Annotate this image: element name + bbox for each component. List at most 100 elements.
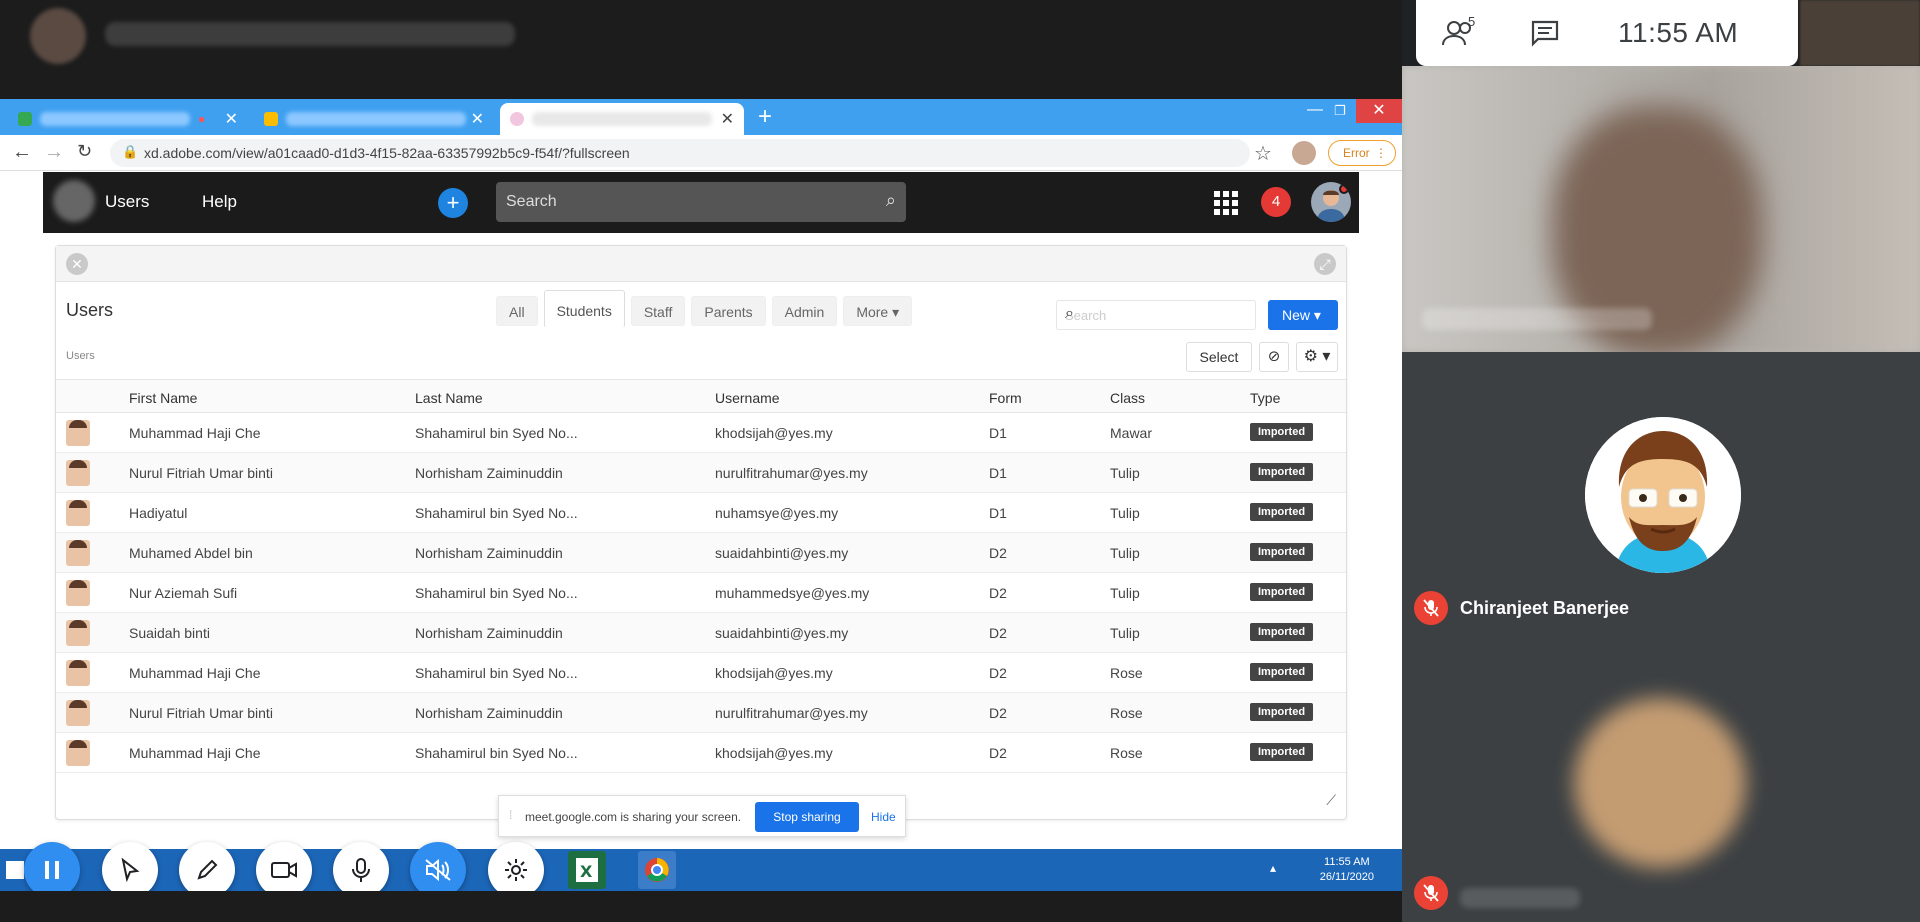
- table-row[interactable]: Muhammad Haji Che Shahamirul bin Syed No.…: [56, 733, 1346, 773]
- tray-chevron-icon[interactable]: ▴: [1270, 861, 1276, 875]
- pen-tool-button[interactable]: [179, 842, 235, 898]
- select-button[interactable]: Select: [1186, 342, 1252, 372]
- add-plus-button[interactable]: +: [438, 188, 468, 218]
- tab-more[interactable]: More ▾: [843, 296, 913, 326]
- panel-close-icon[interactable]: ✕: [66, 253, 88, 275]
- screen-share-bar: ⁞ meet.google.com is sharing your screen…: [498, 795, 906, 837]
- chat-icon: [1531, 20, 1559, 47]
- table-row[interactable]: Nur Aziemah Sufi Shahamirul bin Syed No..…: [56, 573, 1346, 613]
- tab-title-blurred: [532, 112, 712, 126]
- tab-admin[interactable]: Admin: [771, 296, 838, 326]
- more-icon: ⋮: [1375, 146, 1387, 160]
- tab-close-icon[interactable]: ✕: [225, 109, 238, 129]
- app-search-input[interactable]: Search ⌕: [496, 182, 906, 222]
- profile-avatar[interactable]: [1292, 141, 1316, 165]
- apps-grid-icon[interactable]: [1214, 191, 1238, 215]
- participant-video-blurred: [1574, 698, 1746, 868]
- pause-button[interactable]: [24, 842, 80, 898]
- stop-sharing-button[interactable]: Stop sharing: [755, 802, 859, 832]
- excel-taskbar-icon[interactable]: X: [568, 851, 606, 889]
- cell-last-name: Shahamirul bin Syed No...: [415, 505, 578, 521]
- user-avatar[interactable]: [1311, 182, 1351, 222]
- settings-dropdown-button[interactable]: ⚙ ▾: [1296, 342, 1338, 372]
- reload-icon[interactable]: ↻: [77, 141, 92, 162]
- cell-class: Tulip: [1110, 585, 1140, 601]
- col-type[interactable]: Type: [1250, 390, 1280, 406]
- speaker-mute-button[interactable]: [410, 842, 466, 898]
- table-row[interactable]: Nurul Fitriah Umar binti Norhisham Zaimin…: [56, 693, 1346, 733]
- pointer-tool-button[interactable]: [102, 842, 158, 898]
- app-header: Users Help + Search ⌕ 4: [43, 172, 1359, 233]
- table-row[interactable]: Muhammad Haji Che Shahamirul bin Syed No.…: [56, 413, 1346, 453]
- back-icon[interactable]: ←: [12, 141, 32, 164]
- presenter-name-blurred: [105, 22, 515, 46]
- new-tab-icon[interactable]: +: [758, 104, 772, 130]
- people-button[interactable]: 5: [1416, 0, 1502, 66]
- window-close-icon[interactable]: ✕: [1356, 99, 1402, 123]
- student-photo: [66, 500, 90, 526]
- clear-filter-button[interactable]: ⊘: [1259, 342, 1289, 372]
- restore-icon[interactable]: ❐: [1334, 103, 1346, 119]
- presenter-bar: [0, 0, 1402, 99]
- cell-class: Rose: [1110, 745, 1143, 761]
- microphone-icon: [352, 858, 370, 882]
- new-user-button[interactable]: New ▾: [1268, 300, 1338, 330]
- mic-off-icon: [1423, 884, 1439, 902]
- tab-close-icon[interactable]: ✕: [471, 109, 484, 129]
- drag-grip-icon[interactable]: ⁞: [509, 808, 512, 822]
- chat-button[interactable]: [1502, 0, 1588, 66]
- notification-badge[interactable]: 4: [1261, 187, 1291, 217]
- tab-students[interactable]: Students: [543, 290, 625, 328]
- url-field[interactable]: 🔒 xd.adobe.com/view/a01caad0-d1d3-4f15-8…: [110, 139, 1250, 167]
- student-photo: [66, 700, 90, 726]
- col-form[interactable]: Form: [989, 390, 1022, 406]
- camera-button[interactable]: [256, 842, 312, 898]
- chrome-taskbar-icon[interactable]: [638, 851, 676, 889]
- nav-users[interactable]: Users: [105, 192, 149, 212]
- tab-all[interactable]: All: [496, 296, 538, 326]
- panel-expand-icon[interactable]: ⤢: [1314, 253, 1336, 275]
- col-first-name[interactable]: First Name: [129, 390, 197, 406]
- browser-tab-2[interactable]: ✕: [254, 103, 494, 135]
- error-badge[interactable]: Error ⋮: [1328, 140, 1396, 166]
- participant-tile-video-2[interactable]: [1402, 676, 1920, 922]
- type-badge: Imported: [1250, 503, 1314, 521]
- tab-parents[interactable]: Parents: [691, 296, 766, 326]
- table-row[interactable]: Nurul Fitriah Umar binti Norhisham Zaimin…: [56, 453, 1346, 493]
- table-row[interactable]: Muhammad Haji Che Shahamirul bin Syed No.…: [56, 653, 1346, 693]
- type-badge: Imported: [1250, 743, 1314, 761]
- avatar-status-dot: [1339, 184, 1349, 194]
- col-class[interactable]: Class: [1110, 390, 1145, 406]
- app-logo: [53, 180, 95, 222]
- type-badge: Imported: [1250, 543, 1314, 561]
- forward-icon[interactable]: →: [44, 141, 64, 164]
- participant-tile-video[interactable]: [1402, 66, 1920, 352]
- cell-username: suaidahbinti@yes.my: [715, 545, 849, 561]
- participant-avatar: [1585, 417, 1741, 573]
- video-camera-icon: [271, 862, 297, 878]
- minimize-icon[interactable]: —: [1307, 101, 1323, 119]
- users-search-input[interactable]: Search ⌕: [1056, 300, 1256, 330]
- col-last-name[interactable]: Last Name: [415, 390, 483, 406]
- table-row[interactable]: Muhamed Abdel bin Norhisham Zaiminuddin su…: [56, 533, 1346, 573]
- tab-staff[interactable]: Staff: [630, 296, 686, 326]
- nav-help[interactable]: Help: [202, 192, 237, 212]
- table-row[interactable]: Suaidah binti Norhisham Zaiminuddin suaida…: [56, 613, 1346, 653]
- cell-last-name: Shahamirul bin Syed No...: [415, 425, 578, 441]
- cell-last-name: Shahamirul bin Syed No...: [415, 665, 578, 681]
- breadcrumb[interactable]: Users: [66, 350, 95, 362]
- resize-handle-icon[interactable]: ⟋: [1326, 792, 1336, 809]
- browser-tab-active[interactable]: ✕: [500, 103, 744, 135]
- taskbar-clock[interactable]: 11:55 AM 26/11/2020: [1320, 855, 1374, 885]
- browser-tab-1[interactable]: ● ✕: [8, 103, 248, 135]
- col-username[interactable]: Username: [715, 390, 780, 406]
- settings-button[interactable]: [488, 842, 544, 898]
- participants-count: 5: [1468, 14, 1476, 29]
- hide-share-bar-link[interactable]: Hide: [871, 810, 896, 824]
- participant-tile-avatar[interactable]: Chiranjeet Banerjee: [1402, 352, 1920, 676]
- microphone-button[interactable]: [333, 842, 389, 898]
- bookmark-star-icon[interactable]: ☆: [1254, 141, 1272, 166]
- windows-start-icon[interactable]: [6, 861, 24, 879]
- tab-close-icon[interactable]: ✕: [721, 109, 734, 129]
- table-row[interactable]: Hadiyatul Shahamirul bin Syed No... nuhams…: [56, 493, 1346, 533]
